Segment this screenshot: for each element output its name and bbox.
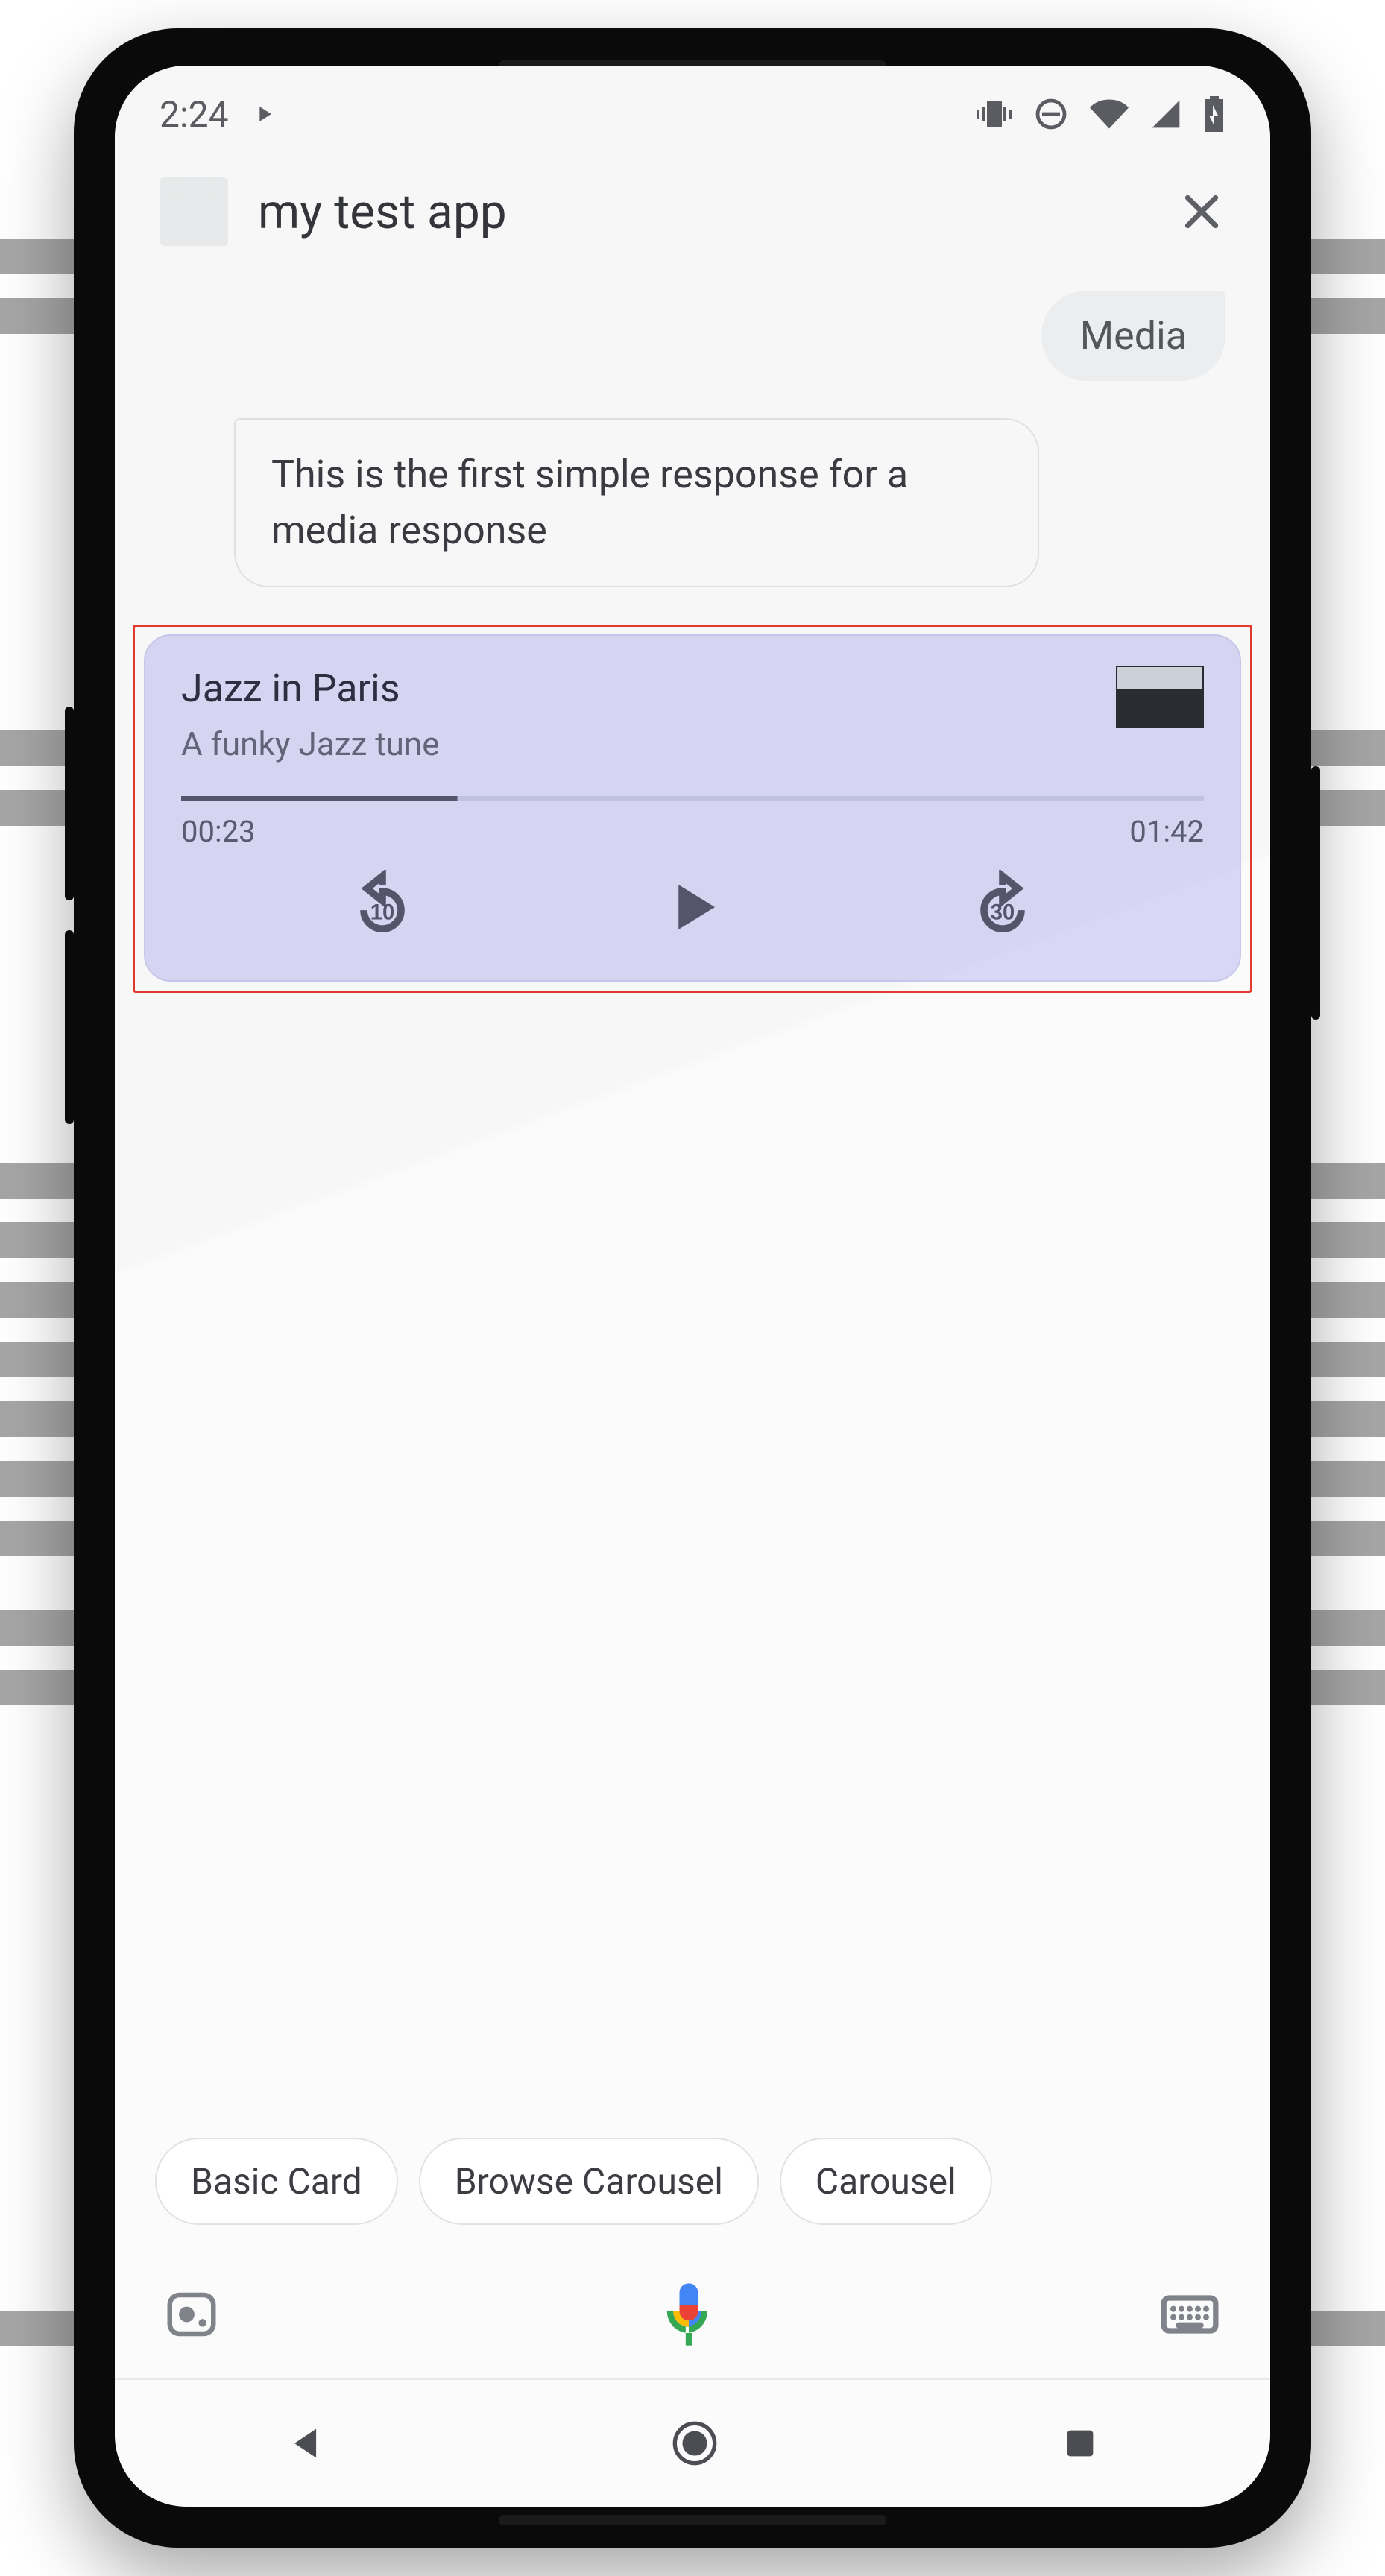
app-header: my test app — [115, 162, 1270, 291]
suggestion-chips-row: Basic Card Browse Carousel Carousel — [115, 2115, 1270, 2255]
status-bar: 2:24 — [115, 66, 1270, 162]
highlight-annotation: Jazz in Paris A funky Jazz tune 00:23 01… — [133, 625, 1252, 993]
media-elapsed-time: 00:23 — [181, 814, 256, 849]
assistant-input-bar — [115, 2255, 1270, 2378]
power-button — [1311, 766, 1320, 1020]
media-subtitle: A funky Jazz tune — [181, 724, 1094, 763]
keyboard-button[interactable] — [1157, 2282, 1222, 2347]
rewind-10-button[interactable]: 10 — [345, 870, 420, 944]
volume-up-button — [65, 707, 74, 900]
dnd-icon — [1033, 96, 1069, 132]
lens-button[interactable] — [163, 2285, 221, 2343]
android-nav-bar — [115, 2380, 1270, 2507]
vibrate-icon — [977, 96, 1012, 132]
forward-30-button[interactable]: 30 — [965, 870, 1040, 944]
volume-down-button — [65, 930, 74, 1124]
app-title: my test app — [258, 184, 1148, 240]
suggestion-chip-browse-carousel[interactable]: Browse Carousel — [419, 2138, 759, 2225]
nav-recents-button[interactable] — [1061, 2424, 1100, 2463]
media-title: Jazz in Paris — [181, 666, 1094, 711]
app-icon-placeholder — [160, 177, 228, 246]
svg-text:30: 30 — [990, 900, 1014, 924]
media-total-time: 01:42 — [1129, 814, 1204, 849]
screen: 2:24 — [115, 66, 1270, 2507]
mic-button[interactable] — [652, 2277, 726, 2352]
phone-frame: 2:24 — [74, 28, 1311, 2548]
suggestion-chip-carousel[interactable]: Carousel — [780, 2138, 992, 2225]
status-play-icon — [251, 101, 277, 127]
nav-back-button[interactable] — [285, 2422, 329, 2465]
media-thumbnail — [1116, 666, 1204, 728]
media-response-card: Jazz in Paris A funky Jazz tune 00:23 01… — [144, 634, 1241, 982]
user-message-chip: Media — [1041, 291, 1225, 381]
svg-text:10: 10 — [370, 900, 394, 924]
nav-home-button[interactable] — [671, 2419, 719, 2467]
wifi-icon — [1090, 95, 1129, 133]
clock-text: 2:24 — [160, 93, 229, 136]
media-seek-bar[interactable] — [181, 796, 1204, 801]
signal-icon — [1149, 98, 1182, 130]
play-button[interactable] — [659, 874, 726, 941]
battery-charging-icon — [1203, 96, 1225, 132]
conversation: Media This is the first simple response … — [115, 291, 1270, 2115]
close-button[interactable] — [1178, 188, 1225, 236]
bot-message-bubble: This is the first simple response for a … — [234, 418, 1039, 587]
suggestion-chip-basic-card[interactable]: Basic Card — [155, 2138, 398, 2225]
